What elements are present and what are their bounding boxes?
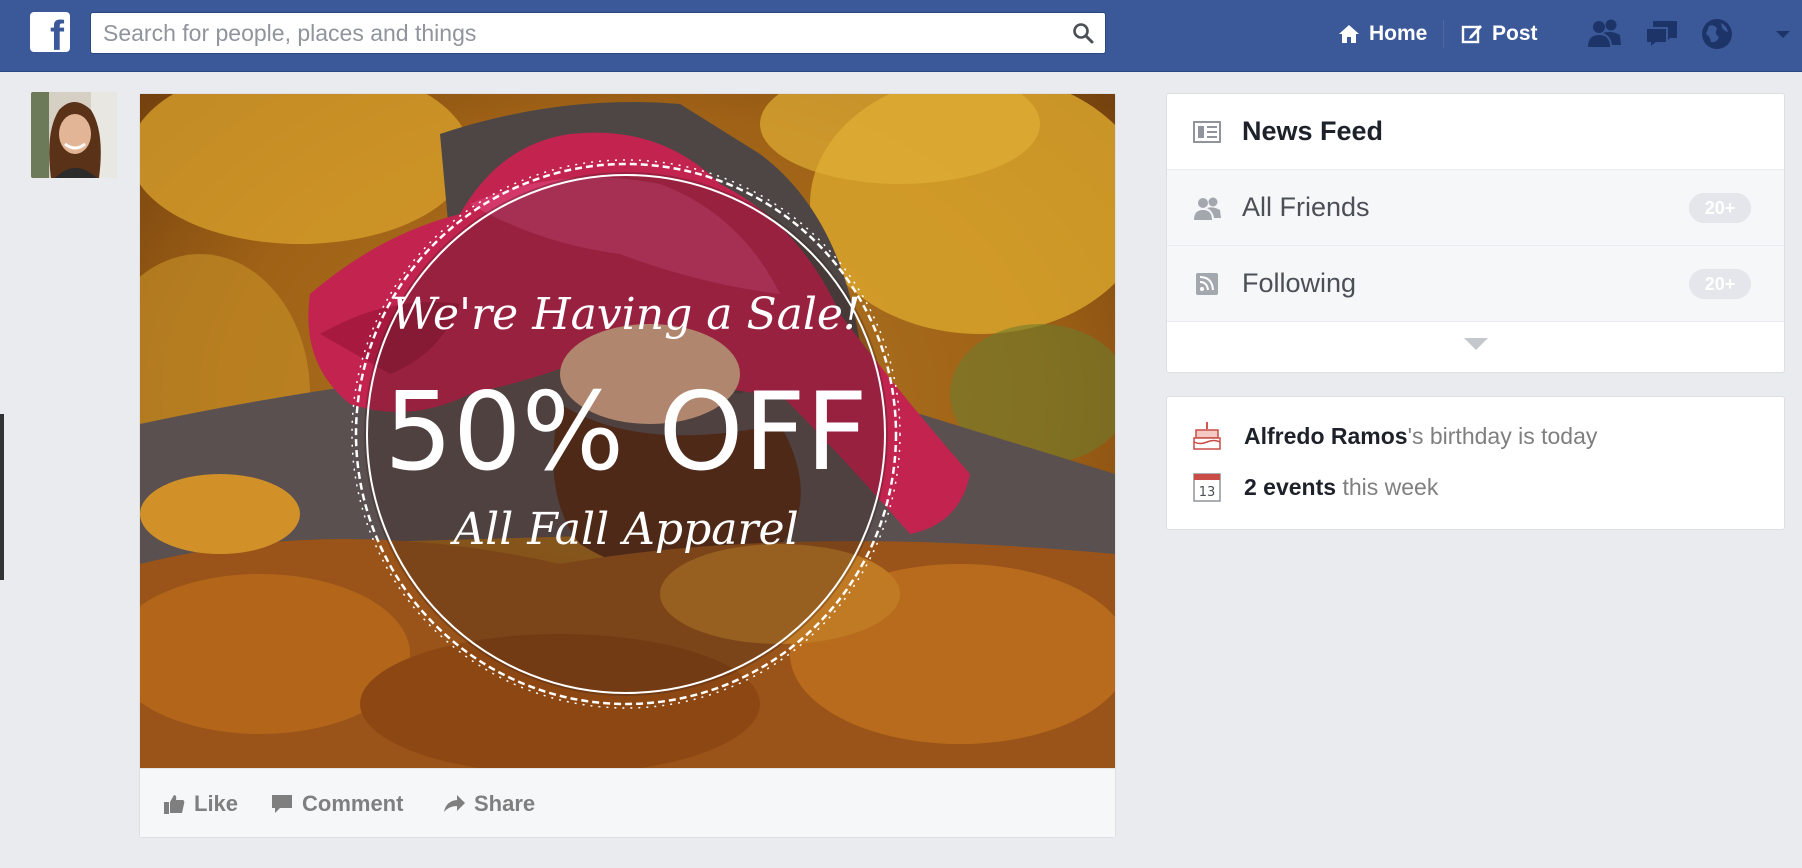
profile-photo <box>31 92 117 178</box>
friends-icon <box>1194 197 1221 220</box>
home-label: Home <box>1369 22 1428 45</box>
top-navigation-bar: f Home Post <box>0 0 1802 72</box>
share-label: Share <box>474 791 536 816</box>
news-feed-menu: News Feed All Friends 20+ Following 20+ <box>1166 93 1785 373</box>
comment-icon <box>272 795 292 813</box>
comment-label: Comment <box>302 791 404 816</box>
nav-divider <box>1443 20 1444 48</box>
logo-glyph: f <box>50 12 64 53</box>
birthday-person-name[interactable]: Alfredo Ramos <box>1244 423 1408 450</box>
home-link[interactable]: Home <box>1337 18 1427 50</box>
share-button[interactable]: Share <box>442 791 535 817</box>
sale-headline: We're Having a Sale! <box>391 289 860 340</box>
search-input[interactable] <box>91 13 1051 53</box>
sale-offer: 50% OFF <box>384 370 868 495</box>
see-more-toggle[interactable] <box>1167 322 1784 372</box>
calendar-day: 13 <box>1199 485 1216 500</box>
events-this-week[interactable]: 13 2 events this week <box>1192 467 1438 507</box>
post-action-bar: Like Comment Share <box>140 768 1115 837</box>
news-feed-item[interactable]: News Feed <box>1167 94 1784 170</box>
news-feed-icon <box>1193 121 1221 143</box>
sale-subline: All Fall Apparel <box>449 504 798 555</box>
share-arrow-icon <box>444 795 465 812</box>
calendar-icon: 13 <box>1193 473 1221 502</box>
birthday-reminder[interactable]: Alfredo Ramos 's birthday is today <box>1192 416 1597 456</box>
events-reminder-panel: Alfredo Ramos 's birthday is today 13 2 … <box>1166 396 1785 530</box>
sale-promo-image: We're Having a Sale! 50% OFF All Fall Ap… <box>140 94 1115 768</box>
all-friends-count-badge: 20+ <box>1689 193 1751 223</box>
like-button[interactable]: Like <box>162 791 238 817</box>
following-label: Following <box>1242 268 1357 298</box>
all-friends-label: All Friends <box>1242 192 1370 222</box>
post-label: Post <box>1492 22 1538 45</box>
search-icon[interactable] <box>1071 21 1095 45</box>
facebook-logo[interactable]: f <box>30 12 70 52</box>
sidebar-item-following[interactable]: Following 20+ <box>1167 246 1784 322</box>
friend-requests-icon[interactable] <box>1585 16 1625 52</box>
avatar[interactable] <box>31 92 117 178</box>
comment-button[interactable]: Comment <box>270 791 403 817</box>
events-count: 2 events <box>1244 473 1337 500</box>
thumbs-up-icon <box>164 795 185 814</box>
search-bar <box>90 12 1106 54</box>
account-menu-caret-icon[interactable] <box>1768 16 1798 52</box>
following-count-badge: 20+ <box>1689 269 1751 299</box>
home-icon <box>1339 25 1359 43</box>
messages-icon[interactable] <box>1643 16 1683 52</box>
events-text: this week <box>1336 473 1439 500</box>
post-card: We're Having a Sale! 50% OFF All Fall Ap… <box>139 93 1116 838</box>
news-feed-label: News Feed <box>1242 116 1384 146</box>
window-edge-divider <box>0 414 4 580</box>
edit-icon <box>1461 25 1482 44</box>
chevron-down-icon <box>1464 338 1488 350</box>
notifications-globe-icon[interactable] <box>1697 16 1737 52</box>
like-label: Like <box>194 791 239 816</box>
rss-icon <box>1196 273 1218 295</box>
birthday-cake-icon <box>1193 422 1221 450</box>
birthday-text: 's birthday is today <box>1407 422 1598 449</box>
sidebar-item-all-friends[interactable]: All Friends 20+ <box>1167 170 1784 246</box>
post-link[interactable]: Post <box>1460 18 1538 50</box>
